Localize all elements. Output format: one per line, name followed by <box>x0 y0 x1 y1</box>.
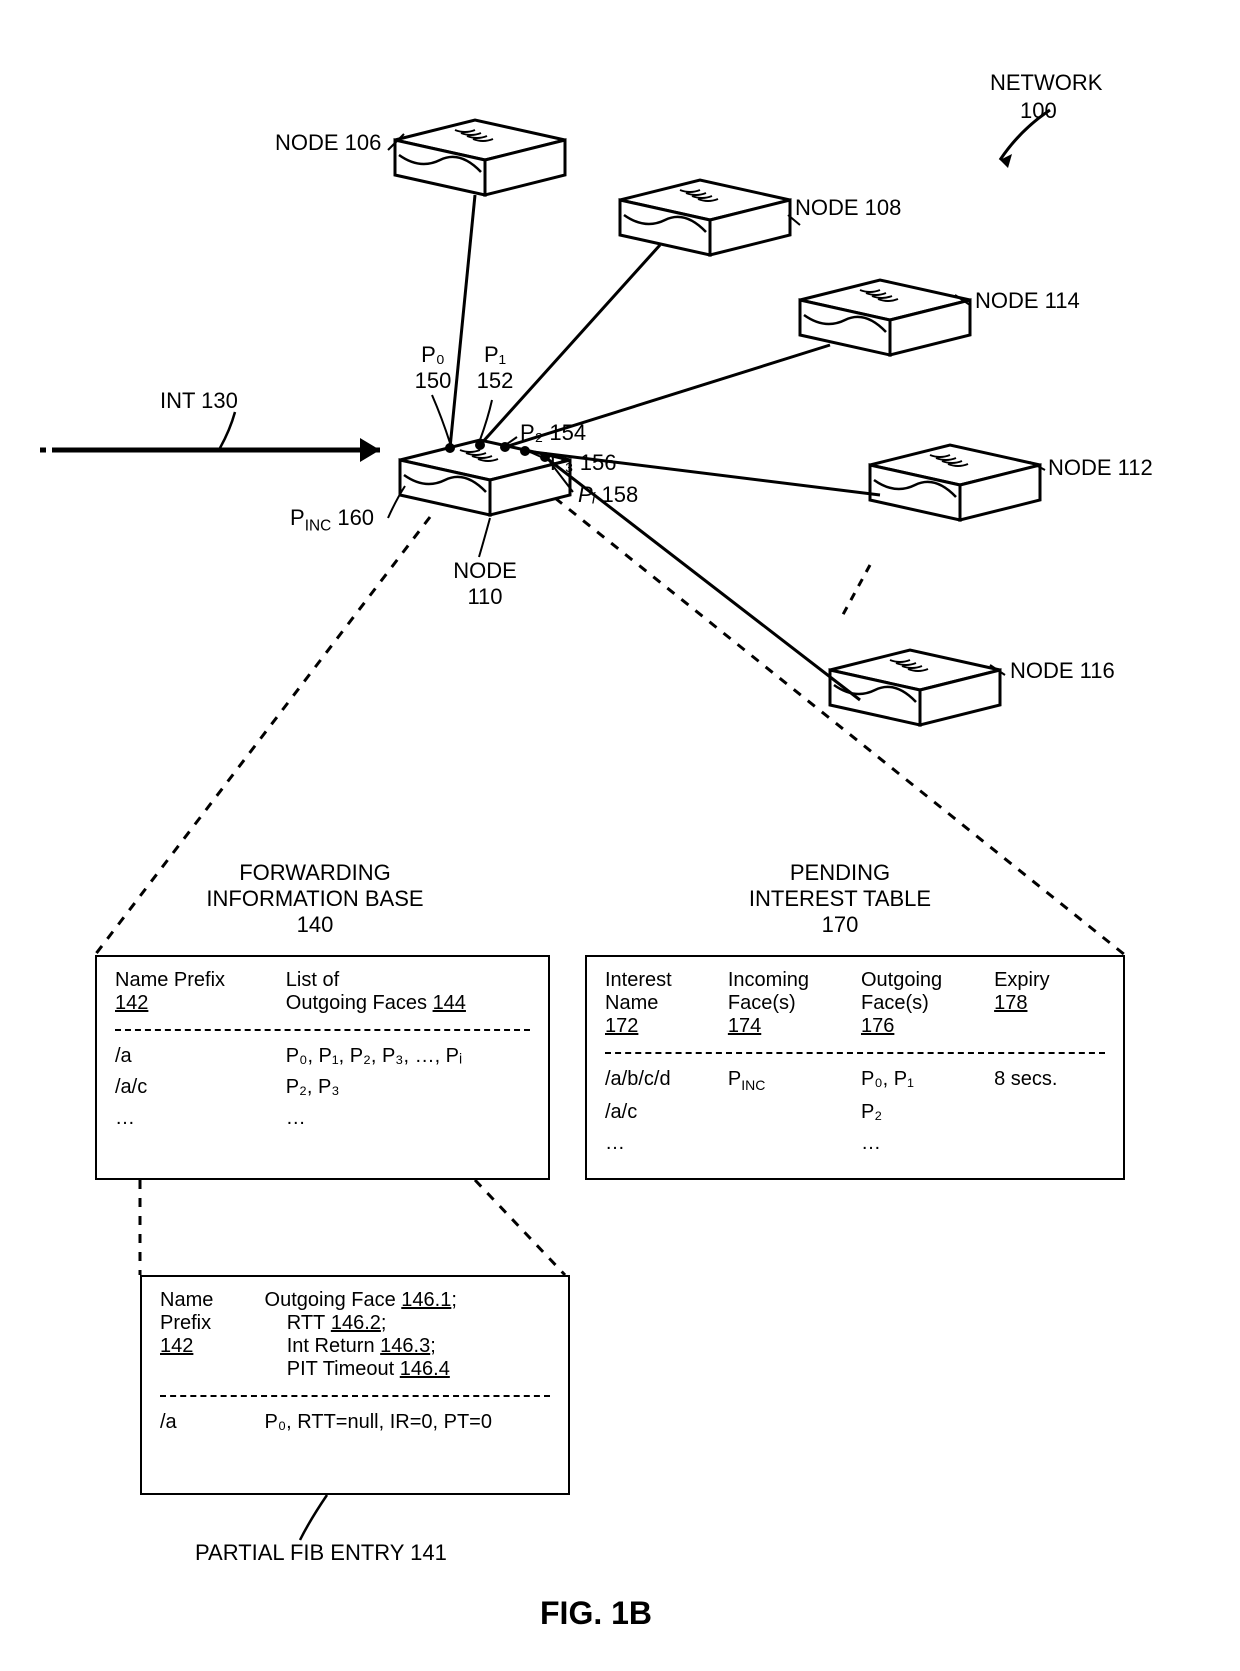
partial-fib-label: PARTIAL FIB ENTRY 141 <box>195 1540 447 1566</box>
pit-row1-exp <box>988 1097 1111 1128</box>
fib-row2-faces: … <box>280 1103 536 1134</box>
pit-row1-in <box>722 1097 855 1128</box>
pit-col1-id: 172 <box>605 1015 638 1037</box>
node-106-label: NODE 106 <box>275 130 381 156</box>
pit-row0-name: /a/b/c/d <box>599 1064 722 1097</box>
fib-row1-faces: P₂, P₃ <box>280 1072 536 1103</box>
pit-row0-exp: 8 secs. <box>988 1064 1111 1097</box>
pit-row-2: … … <box>599 1128 1111 1159</box>
port-p3: P₃ 156 <box>550 450 616 476</box>
fib-col2-id: 144 <box>433 992 466 1014</box>
pit-title: PENDING INTEREST TABLE 170 <box>710 860 970 938</box>
pit-col4-id: 178 <box>994 992 1027 1014</box>
p0-label: P₀ <box>421 342 445 367</box>
node-114-label: NODE 114 <box>975 288 1080 314</box>
pit-box: Interest Name 172 Incoming Face(s) 174 O… <box>585 955 1125 1180</box>
node-110-id: 110 <box>467 584 502 609</box>
pit-row0-out: P₀, P₁ <box>855 1064 988 1097</box>
pfib-outface-label: Outgoing Face <box>265 1289 396 1311</box>
pit-col3-l1: Outgoing <box>861 969 942 991</box>
pfib-name-id: 142 <box>160 1335 193 1357</box>
pfib-row-0: /a P₀, RTT=null, IR=0, PT=0 <box>154 1407 556 1438</box>
pfib-row0-prefix: /a <box>154 1407 259 1438</box>
network-id: 100 <box>1020 98 1057 124</box>
partial-fib-table: Name Prefix 142 Outgoing Face 146.1; RTT… <box>154 1285 556 1438</box>
pit-row-1: /a/c P₂ <box>599 1097 1111 1128</box>
pit-row1-name: /a/c <box>599 1097 722 1128</box>
pfib-rtt-id: 146.2 <box>331 1312 381 1334</box>
pinc-sub: INC <box>305 517 332 534</box>
fib-title: FORWARDING INFORMATION BASE 140 <box>175 860 455 938</box>
pit-title-l2: INTEREST TABLE <box>749 886 931 911</box>
fib-col2-l1: List of <box>286 969 339 991</box>
pfib-intret-label: Int Return <box>287 1335 375 1357</box>
p2-label: P₂ <box>520 420 543 445</box>
port-pinc: PINC 160 <box>290 505 374 535</box>
p0-id: 150 <box>415 368 452 393</box>
fib-col2-l2: Outgoing Faces <box>286 992 427 1014</box>
fib-row0-prefix: /a <box>109 1041 280 1072</box>
fib-table: Name Prefix 142 List of Outgoing Faces 1… <box>109 965 536 1134</box>
port-pi: Pᵢ 158 <box>578 482 638 508</box>
node-110-label: NODE 110 <box>445 558 525 610</box>
node-112-label: NODE 112 <box>1048 455 1153 481</box>
fib-title-l1: FORWARDING <box>239 860 391 885</box>
pinc-base: P <box>290 505 305 530</box>
pit-row-0: /a/b/c/d PINC P₀, P₁ 8 secs. <box>599 1064 1111 1097</box>
pfib-rtt-label: RTT <box>287 1312 326 1334</box>
pit-col4-l1: Expiry <box>994 969 1050 991</box>
pfib-outface-id: 146.1 <box>401 1289 451 1311</box>
p3-label: P₃ <box>550 450 574 475</box>
pfib-name-l1: Name <box>160 1289 213 1311</box>
pit-table: Interest Name 172 Incoming Face(s) 174 O… <box>599 965 1111 1159</box>
fib-title-l2: INFORMATION BASE <box>206 886 423 911</box>
fib-row-0: /a P₀, P₁, P₂, P₃, …, Pᵢ <box>109 1041 536 1072</box>
fib-box: Name Prefix 142 List of Outgoing Faces 1… <box>95 955 550 1180</box>
pit-row0-in: PINC <box>722 1064 855 1097</box>
pit-col3-id: 176 <box>861 1015 894 1037</box>
fib-col1-l1: Name Prefix <box>115 969 225 991</box>
pfib-pit-label: PIT Timeout <box>287 1358 394 1380</box>
fib-row-1: /a/c P₂, P₃ <box>109 1072 536 1103</box>
pinc-id: 160 <box>337 505 374 530</box>
pfib-name-l2: Prefix <box>160 1312 211 1334</box>
p1-id: 152 <box>477 368 514 393</box>
p1-label: P₁ <box>484 342 506 367</box>
fib-row-2: … … <box>109 1103 536 1134</box>
node-108-label: NODE 108 <box>795 195 901 221</box>
node-116-label: NODE 116 <box>1010 658 1115 684</box>
fib-row1-prefix: /a/c <box>109 1072 280 1103</box>
pit-col1-l1: Interest <box>605 969 672 991</box>
port-p1: P₁ 152 <box>470 342 520 394</box>
network-label: NETWORK <box>990 70 1102 96</box>
pfib-row0-values: P₀, RTT=null, IR=0, PT=0 <box>259 1407 556 1438</box>
fib-row0-faces: P₀, P₁, P₂, P₃, …, Pᵢ <box>280 1041 536 1072</box>
pi-label: Pᵢ <box>578 482 595 507</box>
p2-id: 154 <box>549 420 586 445</box>
pit-col1-l2: Name <box>605 992 658 1014</box>
figure-title: FIG. 1B <box>540 1595 652 1632</box>
pi-id: 158 <box>602 482 639 507</box>
pit-row2-out: … <box>855 1128 988 1159</box>
node-110-text: NODE <box>453 558 517 583</box>
interest-label: INT 130 <box>160 388 238 414</box>
pit-col3-l2: Face(s) <box>861 992 929 1014</box>
pfib-pit-id: 146.4 <box>400 1358 450 1380</box>
fib-title-id: 140 <box>297 912 334 937</box>
fib-col1-id: 142 <box>115 992 148 1014</box>
pit-row2-name: … <box>599 1128 722 1159</box>
p3-id: 156 <box>580 450 617 475</box>
fib-row2-prefix: … <box>109 1103 280 1134</box>
pit-col2-l2: Face(s) <box>728 992 796 1014</box>
partial-fib-box: Name Prefix 142 Outgoing Face 146.1; RTT… <box>140 1275 570 1495</box>
pit-title-id: 170 <box>822 912 859 937</box>
port-p2: P₂ 154 <box>520 420 586 446</box>
pit-row1-out: P₂ <box>855 1097 988 1128</box>
port-p0: P₀ 150 <box>408 342 458 394</box>
pfib-intret-id: 146.3 <box>380 1335 430 1357</box>
pit-title-l1: PENDING <box>790 860 890 885</box>
pit-col2-l1: Incoming <box>728 969 809 991</box>
pit-col2-id: 174 <box>728 1015 761 1037</box>
